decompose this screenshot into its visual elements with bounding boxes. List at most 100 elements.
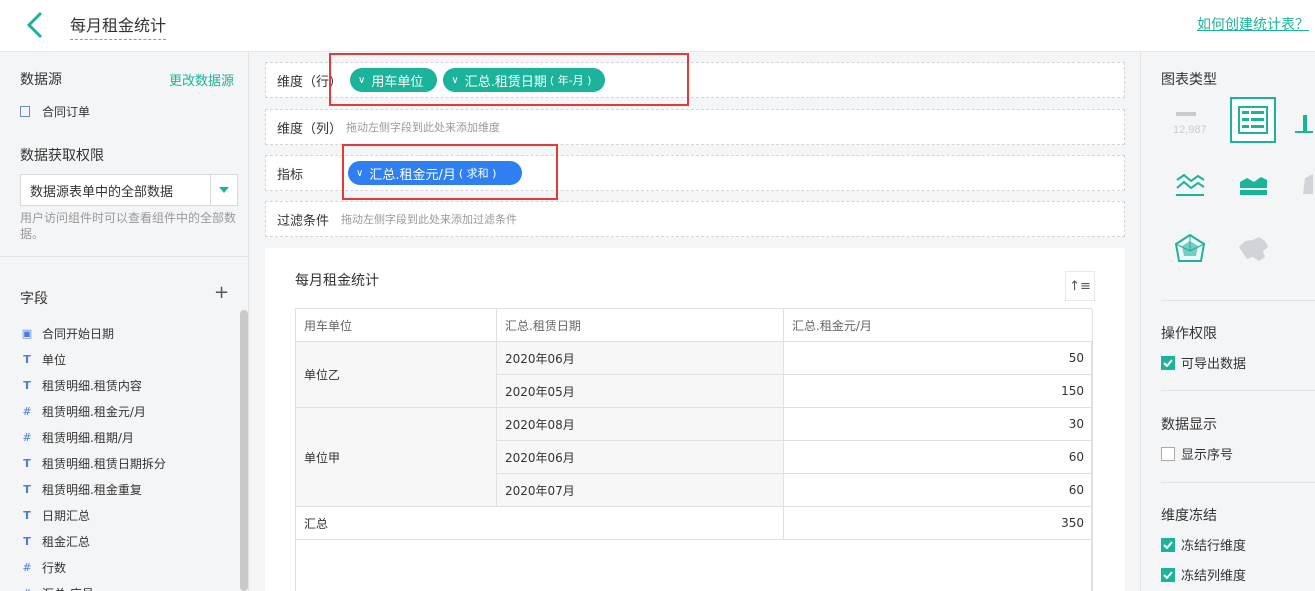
permission-title: 数据获取权限 [20, 148, 104, 164]
bar-chart-icon[interactable] [1293, 97, 1315, 143]
line-chart-icon[interactable] [1167, 162, 1213, 208]
field-item[interactable]: ▣ 合同开始日期 [20, 320, 230, 346]
text-icon: T [23, 482, 31, 496]
text-icon: T [23, 378, 31, 392]
right-panel: 图表类型 12,987 操作权限 可导出数据 数据显示 显示序号 维度冻结 冻结… [1140, 52, 1315, 591]
table-value-cell: 50 [784, 342, 1093, 375]
field-label: 合同开始日期 [42, 326, 115, 341]
filter-hint: 拖动左侧字段到此处来添加过滤条件 [341, 213, 518, 226]
add-field-plus-icon[interactable]: + [214, 284, 229, 302]
page-title[interactable]: 每月租金统计 [70, 12, 167, 40]
field-item[interactable]: T 日期汇总 [20, 502, 230, 528]
freeze-column-label: 冻结列维度 [1181, 569, 1247, 584]
designer-canvas: 维度（行） ∨ 用车单位 ∨ 汇总.租赁日期 ( 年-月 ) 维度（列） 拖动左… [249, 52, 1140, 591]
partial-chart-icon[interactable] [1293, 162, 1315, 208]
field-item[interactable]: # 租赁明细.租金元/月 [20, 398, 230, 424]
text-icon: T [23, 352, 31, 366]
permission-note: 用户访问组件时可以查看组件中的全部数据。 [20, 211, 237, 241]
column-dimension-zone[interactable]: 维度（列） 拖动左侧字段到此处来添加维度 [265, 109, 1125, 145]
field-label: 租赁明细.租金重复 [42, 482, 142, 497]
field-label: 租金汇总 [42, 534, 91, 549]
table-value-cell: 150 [784, 375, 1093, 408]
number-icon: # [22, 404, 32, 418]
table-dimension-cell: 单位乙 [296, 342, 497, 408]
highlight-box-metric [342, 144, 558, 200]
back-arrow-icon[interactable] [22, 10, 50, 40]
number-icon: # [22, 560, 32, 574]
field-item[interactable]: T 单位 [20, 346, 230, 372]
checkbox-icon[interactable] [1161, 355, 1175, 370]
table-total-label: 汇总 [296, 507, 784, 540]
permission-select[interactable]: 数据源表单中的全部数据 [20, 174, 238, 206]
filter-zone[interactable]: 过滤条件 拖动左侧字段到此处来添加过滤条件 [265, 201, 1125, 237]
field-label: 租赁明细.租金元/月 [42, 404, 146, 419]
field-label: 租赁明细.租期/月 [42, 430, 134, 445]
checkbox-icon[interactable] [1161, 446, 1175, 461]
field-label: 行数 [42, 560, 67, 575]
table-preview-card: 每月租金统计 ↑≡ 用车单位 汇总.租赁日期 汇总.租金元/月 单位乙 2020年06月… [265, 248, 1125, 591]
operation-permission-title: 操作权限 [1161, 326, 1217, 342]
freeze-row-checkbox[interactable]: 冻结行维度 [1161, 535, 1246, 554]
field-item[interactable]: # 行数 [20, 554, 230, 580]
column-dimension-hint: 拖动左侧字段到此处来添加维度 [346, 121, 501, 134]
table-chart-icon[interactable] [1230, 97, 1276, 143]
field-label: 租赁明细.租赁日期拆分 [42, 456, 166, 471]
calendar-icon: ▣ [21, 326, 33, 340]
table-title: 每月租金统计 [295, 273, 379, 289]
number-icon: # [20, 587, 34, 591]
field-item[interactable]: # 租赁明细.租期/月 [20, 424, 230, 450]
highlight-box-dimensions [329, 53, 689, 106]
filter-label: 过滤条件 [277, 213, 330, 229]
table-date-cell: 2020年05月 [497, 375, 784, 408]
table-date-cell: 2020年06月 [497, 441, 784, 474]
sort-icon[interactable]: ↑≡ [1065, 271, 1095, 301]
pivot-table: 用车单位 汇总.租赁日期 汇总.租金元/月 单位乙 2020年06月 50 2020年05月… [295, 308, 1093, 591]
kpi-chart-icon[interactable]: 12,987 [1167, 97, 1213, 143]
text-icon: T [23, 534, 31, 548]
freeze-row-label: 冻结行维度 [1181, 539, 1247, 554]
show-index-checkbox[interactable]: 显示序号 [1161, 444, 1233, 463]
field-list-scrollbar[interactable] [240, 310, 248, 591]
field-item[interactable]: # 汇总.序号 [20, 580, 230, 591]
table-value-cell: 30 [784, 408, 1093, 441]
checkbox-icon[interactable] [1161, 537, 1175, 552]
fields-title: 字段 [20, 291, 48, 307]
export-data-checkbox[interactable]: 可导出数据 [1161, 353, 1246, 372]
table-date-cell: 2020年06月 [497, 342, 784, 375]
area-chart-icon[interactable] [1230, 162, 1276, 208]
divider [0, 256, 249, 257]
permission-select-value: 数据源表单中的全部数据 [30, 184, 174, 200]
table-value-cell: 60 [784, 441, 1093, 474]
table-header-cell: 汇总.租赁日期 [497, 309, 784, 342]
radar-chart-icon[interactable] [1167, 227, 1213, 273]
number-icon: # [22, 430, 32, 444]
divider [1161, 482, 1315, 483]
field-item[interactable]: T 租赁明细.租金重复 [20, 476, 230, 502]
metric-label: 指标 [277, 167, 304, 183]
data-display-title: 数据显示 [1161, 417, 1217, 433]
datasource-item[interactable]: 合同订单 [20, 103, 90, 120]
freeze-column-checkbox[interactable]: 冻结列维度 [1161, 565, 1246, 584]
datasource-title: 数据源 [20, 72, 62, 88]
form-icon [20, 106, 30, 117]
export-data-label: 可导出数据 [1181, 357, 1247, 372]
field-item[interactable]: T 租赁明细.租赁内容 [20, 372, 230, 398]
field-label: 租赁明细.租赁内容 [42, 378, 142, 393]
map-chart-icon[interactable] [1230, 227, 1276, 273]
field-item[interactable]: T 租赁明细.租赁日期拆分 [20, 450, 230, 476]
chart-type-title: 图表类型 [1161, 72, 1217, 88]
caret-down-icon[interactable] [210, 175, 237, 205]
field-list: ▣ 合同开始日期 T 单位 T 租赁明细.租赁内容 # 租赁明细.租金元/月 # 租赁明细.租期/… [20, 320, 230, 591]
table-date-cell: 2020年07月 [497, 474, 784, 507]
text-icon: T [23, 508, 31, 522]
datasource-item-label: 合同订单 [42, 105, 91, 119]
checkbox-icon[interactable] [1161, 567, 1175, 582]
show-index-label: 显示序号 [1181, 448, 1234, 463]
field-item[interactable]: T 租金汇总 [20, 528, 230, 554]
top-bar: 每月租金统计 如何创建统计表？ [0, 0, 1315, 52]
freeze-dimension-title: 维度冻结 [1161, 508, 1217, 524]
change-datasource-link[interactable]: 更改数据源 [169, 70, 234, 89]
field-label: 日期汇总 [42, 508, 91, 523]
help-link[interactable]: 如何创建统计表？ [1197, 14, 1309, 34]
kpi-chart-number: 12,987 [1173, 124, 1207, 136]
